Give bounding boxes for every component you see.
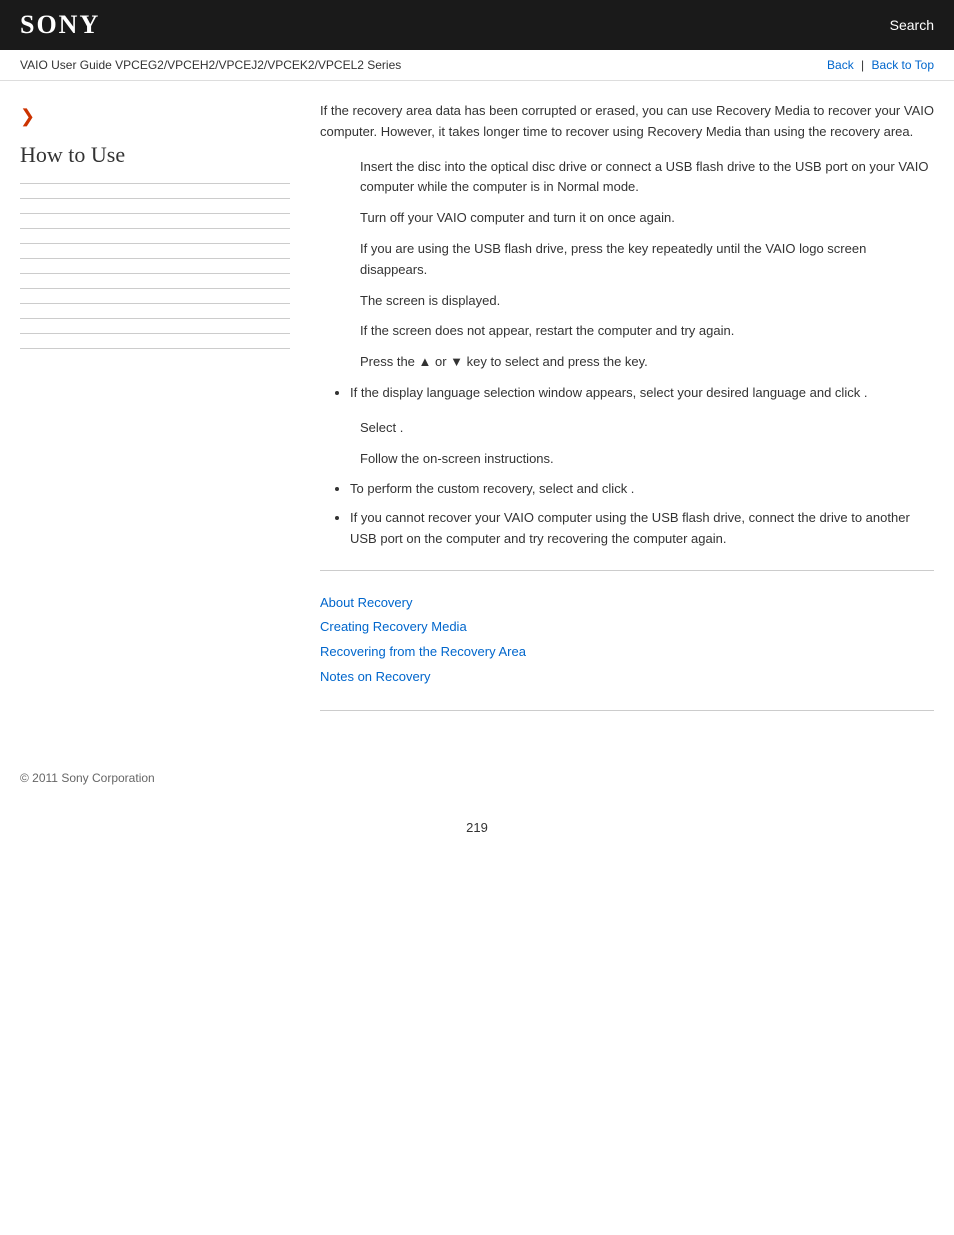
bullet-list-2: To perform the custom recovery, select a… (350, 479, 934, 549)
content-area: If the recovery area data has been corru… (310, 101, 934, 731)
main-layout: ❯ How to Use If the recovery area data h… (0, 81, 954, 751)
content-divider-bottom (320, 710, 934, 711)
content-indented-8: Follow the on-screen instructions. (360, 449, 934, 470)
bullet-item-2: To perform the custom recovery, select a… (350, 479, 934, 500)
sidebar-divider-8 (20, 288, 290, 289)
related-link-about-recovery[interactable]: About Recovery (320, 591, 934, 616)
search-button[interactable]: Search (890, 17, 934, 33)
sidebar-divider-3 (20, 213, 290, 214)
sony-logo: SONY (20, 10, 100, 40)
sidebar-divider-6 (20, 258, 290, 259)
nav-bar: VAIO User Guide VPCEG2/VPCEH2/VPCEJ2/VPC… (0, 50, 954, 81)
content-indented-7: Select . (360, 418, 934, 439)
sidebar-title: How to Use (20, 142, 290, 168)
page-number: 219 (0, 805, 954, 850)
sidebar-divider-1 (20, 183, 290, 184)
bullet-item-3: If you cannot recover your VAIO computer… (350, 508, 934, 550)
bullet-item-1: If the display language selection window… (350, 383, 934, 404)
sidebar-divider-4 (20, 228, 290, 229)
sidebar-divider-5 (20, 243, 290, 244)
nav-links: Back | Back to Top (827, 58, 934, 72)
content-indented-4: The screen is displayed. (360, 291, 934, 312)
footer: © 2011 Sony Corporation (0, 751, 954, 805)
related-link-creating-recovery-media[interactable]: Creating Recovery Media (320, 615, 934, 640)
back-to-top-link[interactable]: Back to Top (872, 58, 934, 72)
copyright-text: © 2011 Sony Corporation (20, 771, 155, 785)
sidebar: ❯ How to Use (20, 101, 310, 731)
content-indented-3: If you are using the USB flash drive, pr… (360, 239, 934, 281)
related-link-notes-on-recovery[interactable]: Notes on Recovery (320, 665, 934, 690)
content-indented-2: Turn off your VAIO computer and turn it … (360, 208, 934, 229)
related-links: About RecoveryCreating Recovery MediaRec… (320, 591, 934, 690)
back-link[interactable]: Back (827, 58, 854, 72)
sidebar-divider-10 (20, 318, 290, 319)
related-link-recovering-from-the-recovery-area[interactable]: Recovering from the Recovery Area (320, 640, 934, 665)
sidebar-divider-11 (20, 333, 290, 334)
sidebar-divider-7 (20, 273, 290, 274)
nav-separator: | (861, 58, 864, 72)
content-indented-1: Insert the disc into the optical disc dr… (360, 157, 934, 199)
chevron-icon: ❯ (20, 106, 290, 127)
content-para-1: If the recovery area data has been corru… (320, 101, 934, 143)
content-indented-6: Press the ▲ or ▼ key to select and press… (360, 352, 934, 373)
sidebar-divider-2 (20, 198, 290, 199)
sidebar-divider-12 (20, 348, 290, 349)
breadcrumb: VAIO User Guide VPCEG2/VPCEH2/VPCEJ2/VPC… (20, 58, 401, 72)
content-indented-5: If the screen does not appear, restart t… (360, 321, 934, 342)
site-header: SONY Search (0, 0, 954, 50)
bullet-list-1: If the display language selection window… (350, 383, 934, 404)
sidebar-divider-9 (20, 303, 290, 304)
content-divider-top (320, 570, 934, 571)
